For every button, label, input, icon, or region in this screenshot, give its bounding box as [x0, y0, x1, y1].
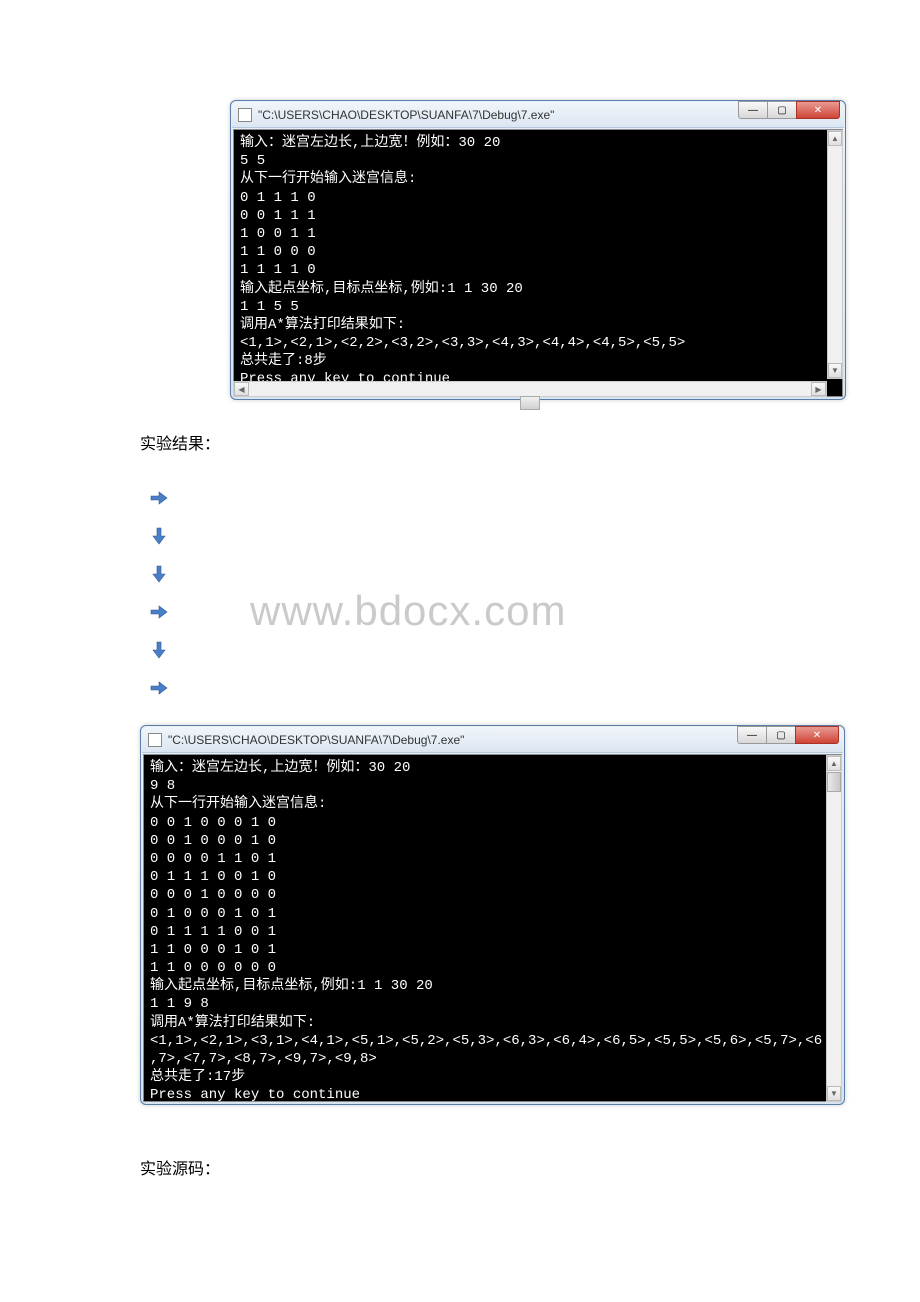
- scroll-up-arrow[interactable]: ▲: [828, 131, 842, 146]
- maximize-button[interactable]: ▢: [766, 726, 796, 744]
- watermark-text: www.bdocx.com: [250, 587, 566, 635]
- minimize-button[interactable]: —: [737, 726, 767, 744]
- console-window-2: "C:\USERS\CHAO\DESKTOP\SUANFA\7\Debug\7.…: [140, 725, 845, 1105]
- maximize-button[interactable]: ▢: [767, 101, 797, 119]
- scroll-right-arrow[interactable]: ▶: [811, 382, 826, 396]
- arrow-right-icon: [150, 679, 168, 697]
- close-button[interactable]: ✕: [796, 101, 840, 119]
- app-icon: [148, 733, 162, 747]
- close-button[interactable]: ✕: [795, 726, 839, 744]
- console-window-1: "C:\USERS\CHAO\DESKTOP\SUANFA\7\Debug\7.…: [230, 100, 846, 400]
- app-icon: [238, 108, 252, 122]
- console-output-1: 输入：迷宫左边长,上边宽！例如：30 20 5 5 从下一行开始输入迷宫信息: …: [233, 129, 843, 397]
- scroll-thumb-v[interactable]: [827, 772, 841, 792]
- arrow-down-icon: [150, 527, 168, 545]
- vertical-scrollbar[interactable]: ▲ ▼: [826, 755, 842, 1102]
- arrow-right-icon: [150, 603, 168, 621]
- titlebar-1: "C:\USERS\CHAO\DESKTOP\SUANFA\7\Debug\7.…: [232, 102, 844, 128]
- vertical-scrollbar[interactable]: ▲ ▼: [827, 130, 843, 379]
- arrow-down-icon: [150, 641, 168, 659]
- minimize-button[interactable]: —: [738, 101, 768, 119]
- scroll-up-arrow[interactable]: ▲: [827, 756, 841, 771]
- horizontal-scrollbar[interactable]: ◀ ▶: [233, 381, 827, 397]
- arrows-list: www.bdocx.com: [150, 479, 920, 707]
- arrow-down-icon: [150, 565, 168, 583]
- scroll-down-arrow[interactable]: ▼: [828, 363, 842, 378]
- titlebar-2: "C:\USERS\CHAO\DESKTOP\SUANFA\7\Debug\7.…: [142, 727, 843, 753]
- arrow-right-icon: [150, 489, 168, 507]
- result-label: 实验结果：: [140, 430, 920, 454]
- source-label: 实验源码：: [140, 1155, 920, 1179]
- scroll-thumb[interactable]: [520, 396, 540, 410]
- scroll-down-arrow[interactable]: ▼: [827, 1086, 841, 1101]
- scroll-left-arrow[interactable]: ◀: [234, 382, 249, 396]
- console-output-2: 输入：迷宫左边长,上边宽！例如：30 20 9 8 从下一行开始输入迷宫信息: …: [143, 754, 842, 1102]
